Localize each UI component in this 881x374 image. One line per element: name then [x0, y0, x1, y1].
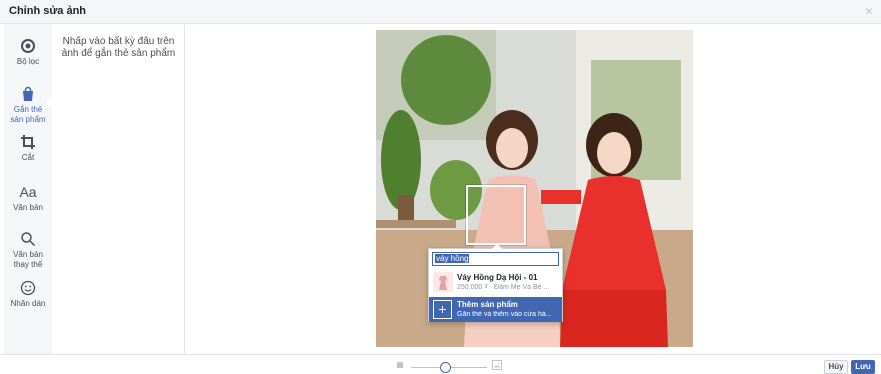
- tool-filter-label: Bộ lọc: [16, 57, 40, 66]
- tool-sidebar: Bộ lọc Gắn thẻ sản phẩm Cắt Aa Văn bản V…: [4, 24, 52, 354]
- product-result-meta: 250.000 ₫ · Đầm Mẹ Và Bé ...: [457, 284, 550, 291]
- crop-icon: [21, 135, 35, 149]
- add-product-title: Thêm sản phẩm: [457, 300, 518, 309]
- instruction-panel: Nhấp vào bất kỳ đâu trên ảnh để gắn thẻ …: [46, 24, 185, 354]
- tool-crop[interactable]: Cắt: [4, 134, 52, 163]
- tool-text[interactable]: Aa Văn bản: [4, 184, 52, 213]
- tool-alt-text[interactable]: Văn bản thay thế: [4, 231, 52, 270]
- zoom-in-image-icon[interactable]: [492, 360, 502, 370]
- text-icon: Aa: [19, 184, 37, 200]
- product-result-item[interactable]: Váy Hồng Dạ Hội - 01 250.000 ₫ · Đầm Mẹ …: [429, 269, 562, 295]
- add-product-subtitle: Gắn thẻ và thêm vào cửa hà...: [457, 311, 552, 318]
- tool-crop-label: Cắt: [21, 153, 35, 162]
- tool-filter[interactable]: Bộ lọc: [4, 38, 52, 67]
- zoom-slider-handle[interactable]: [439, 362, 451, 373]
- product-search-input[interactable]: váy hồng: [432, 252, 559, 266]
- tool-alt-text-label: Văn bản thay thế: [13, 250, 43, 269]
- save-button[interactable]: Lưu: [851, 360, 875, 374]
- tool-product-tag[interactable]: Gắn thẻ sản phẩm: [4, 86, 52, 125]
- shopping-bag-icon: [23, 86, 33, 101]
- tag-selection-box[interactable]: [466, 185, 526, 245]
- search-icon: [21, 232, 36, 247]
- product-thumbnail: [433, 272, 453, 292]
- add-product-item[interactable]: + Thêm sản phẩm Gắn thẻ và thêm vào cửa …: [429, 297, 562, 322]
- tool-sticker[interactable]: Nhãn dán: [4, 280, 52, 309]
- dialog-header: Chỉnh sửa ảnh ×: [0, 0, 881, 24]
- tool-product-tag-label: Gắn thẻ sản phẩm: [10, 105, 46, 124]
- sticker-icon: [20, 280, 36, 296]
- product-tag-popup: váy hồng Váy Hồng Dạ Hội - 01 250.000 ₫ …: [428, 243, 563, 322]
- tool-sticker-label: Nhãn dán: [10, 299, 46, 308]
- popup-caret: [492, 243, 502, 249]
- product-result-name: Váy Hồng Dạ Hội - 01: [457, 273, 538, 282]
- instruction-text: Nhấp vào bất kỳ đâu trên ảnh để gắn thẻ …: [61, 36, 176, 59]
- cancel-button[interactable]: Hủy: [824, 360, 848, 374]
- dialog-footer: Hủy Lưu: [0, 354, 881, 374]
- panel-pointer: [46, 96, 52, 108]
- plus-icon: +: [433, 300, 452, 319]
- zoom-out-image-icon[interactable]: [397, 362, 403, 368]
- close-icon[interactable]: ×: [865, 3, 873, 19]
- product-search-value: váy hồng: [435, 254, 470, 263]
- filter-icon: [21, 39, 35, 53]
- dialog-title: Chỉnh sửa ảnh: [9, 5, 87, 17]
- tool-text-label: Văn bản: [13, 203, 43, 212]
